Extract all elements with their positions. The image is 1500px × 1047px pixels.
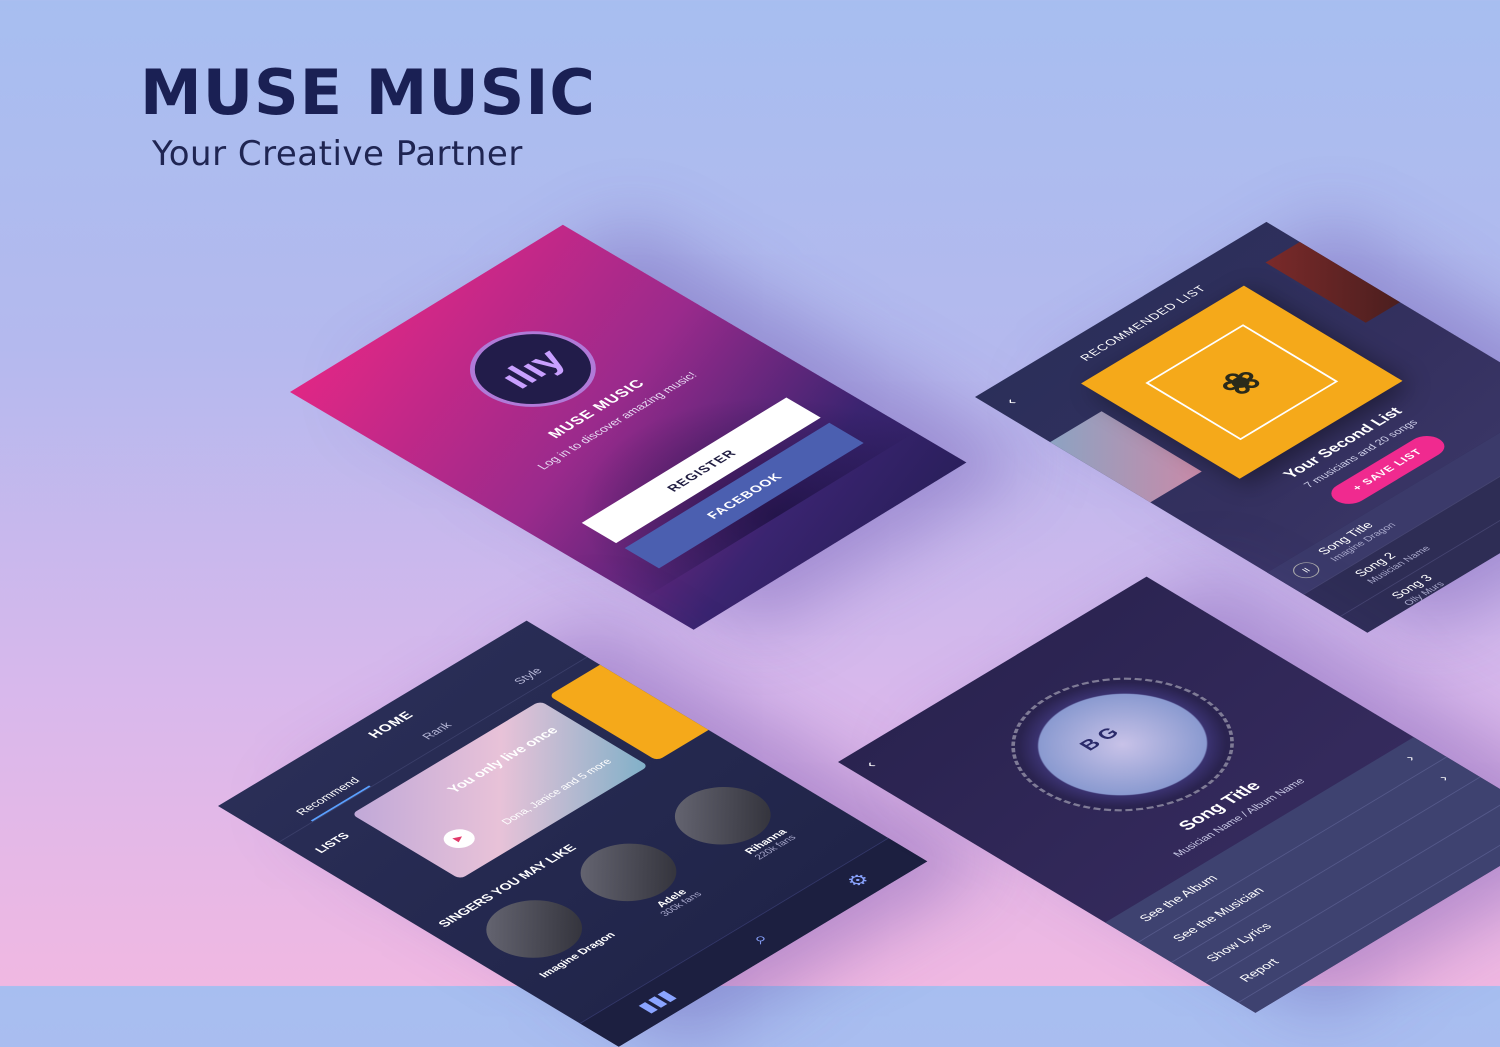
tab-rank[interactable]: Rank <box>415 718 462 746</box>
song-title: Song <box>1424 599 1464 624</box>
side-card-title: You <box>625 666 661 688</box>
hero-subtitle: Your Creative Partner <box>152 134 523 174</box>
logo-glyph: ılıy <box>489 343 576 395</box>
playlist-title: You only live once <box>443 724 562 795</box>
disc-label: B G <box>1075 724 1125 754</box>
hero-title: MUSE MUSIC <box>140 56 596 129</box>
album-disc: B G <box>965 649 1280 840</box>
back-arrow-icon[interactable]: ‹ <box>862 759 882 771</box>
equalizer-icon[interactable]: ▮▮▮ <box>632 986 681 1016</box>
playlist-contributors: Dona, Janice and 5 more <box>499 757 615 827</box>
chevron-right-icon: › <box>1400 752 1419 763</box>
tab-style[interactable]: Style <box>507 663 553 691</box>
gear-icon[interactable]: ⚙ <box>840 869 876 891</box>
pause-icon[interactable]: II <box>1287 559 1325 582</box>
album-cover-right[interactable] <box>1265 221 1452 323</box>
player-screen: ‹ B G Song Title Musician Name / Album N… <box>838 576 1500 1013</box>
home-screen: HOME Recommend Rank Style LISTS You only… <box>218 620 928 1047</box>
play-icon[interactable]: ▶ <box>437 825 482 852</box>
recommended-list-screen: ‹ RECOMMENDED LIST ❀ Your Second List 7 … <box>975 221 1500 633</box>
chevron-right-icon: › <box>1434 772 1452 783</box>
search-icon[interactable]: ⌕ <box>746 930 775 947</box>
hero-heading: MUSE MUSIC Your Creative Partner <box>140 56 596 175</box>
login-screen: ılıy MUSE MUSIC Log in to discover amazi… <box>290 224 967 630</box>
album-frame: ❀ <box>1145 324 1339 441</box>
lists-label: LISTS <box>311 830 353 855</box>
menu-label: Report <box>1235 956 1282 984</box>
